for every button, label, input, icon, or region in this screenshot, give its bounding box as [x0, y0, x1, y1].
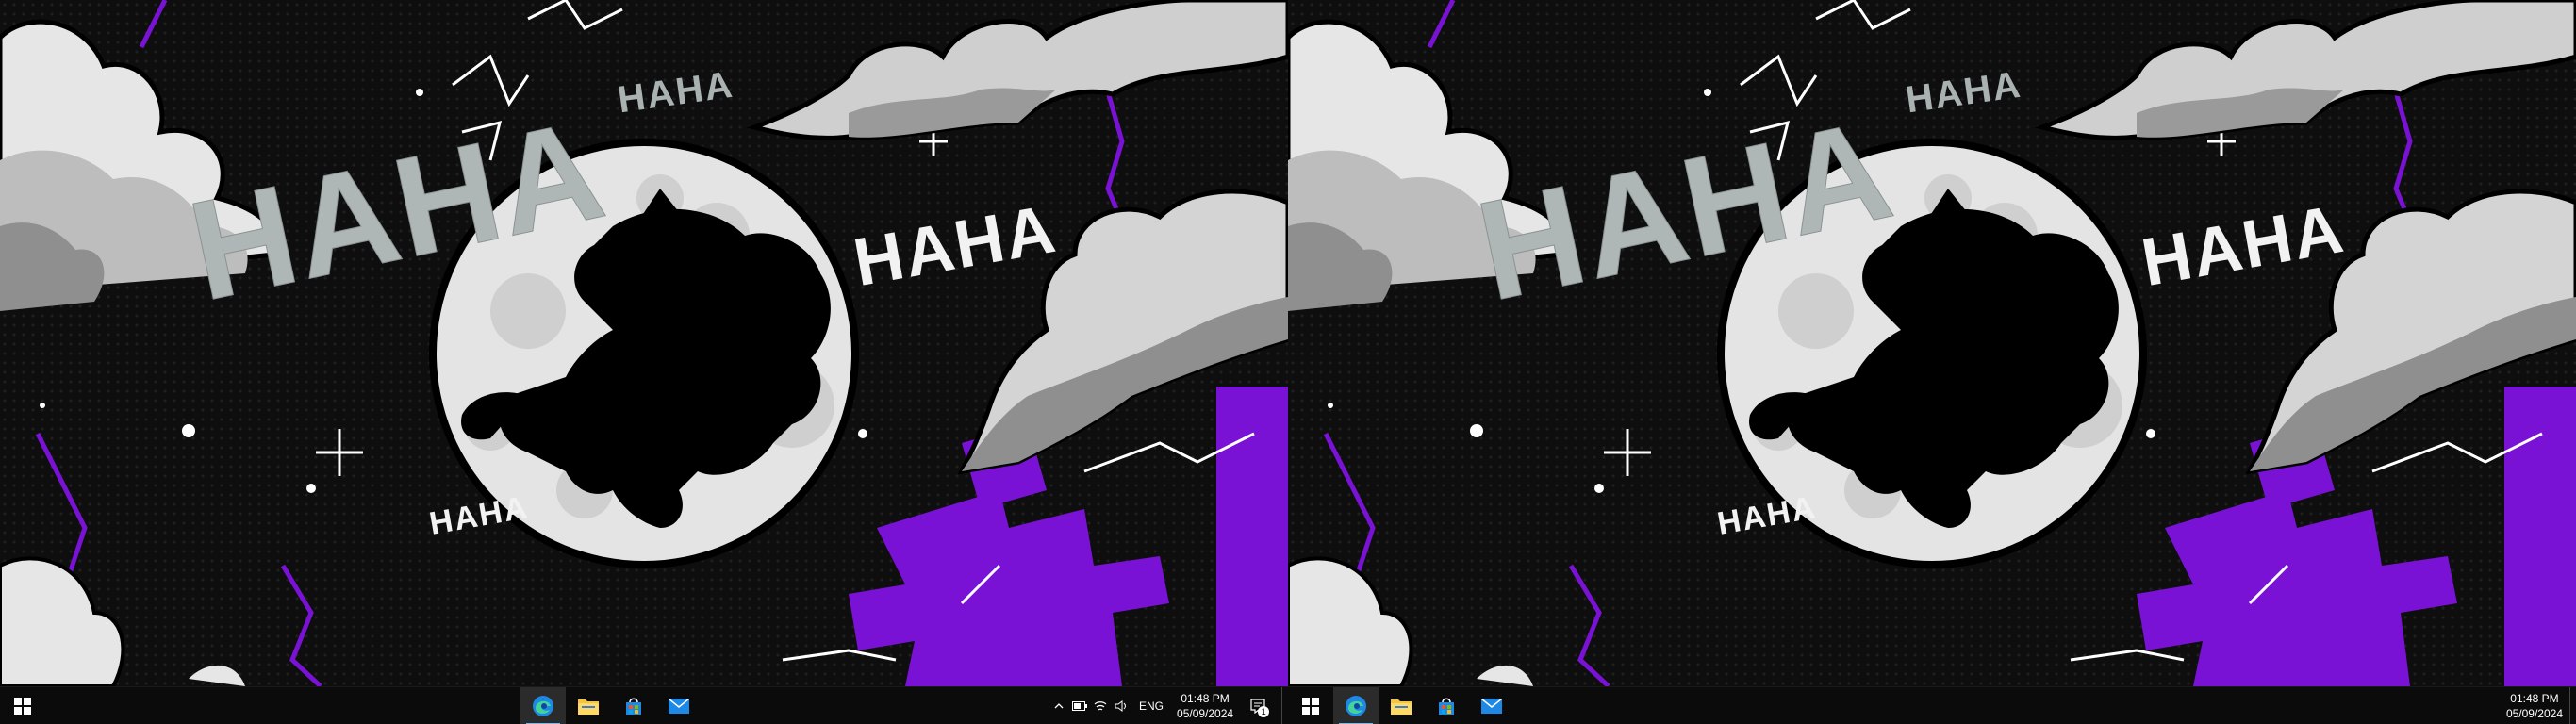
taskbar-app-edge[interactable] — [1333, 687, 1379, 724]
store-icon — [1439, 698, 1454, 715]
monitor-left: HAHA HAHA HAHA HAHA ENG 01:48 PM 05/09/2… — [0, 0, 1288, 724]
store-icon — [626, 698, 641, 715]
notification-count-badge: 1 — [1258, 706, 1270, 717]
wifi-icon[interactable] — [1090, 687, 1111, 724]
show-desktop-button[interactable] — [2569, 687, 2576, 724]
desktop-wallpaper[interactable]: HAHA HAHA HAHA HAHA — [0, 0, 1288, 686]
taskbar: ENG 01:48 PM 05/09/2024 1 — [0, 686, 1288, 724]
show-desktop-button[interactable] — [1281, 687, 1288, 724]
battery-icon[interactable] — [1069, 687, 1090, 724]
mail-icon — [669, 699, 689, 714]
clock-date: 05/09/2024 — [1177, 707, 1234, 720]
windows-logo-icon — [14, 698, 31, 715]
folder-icon — [578, 699, 599, 715]
volume-icon[interactable] — [1111, 687, 1131, 724]
clock-time: 01:48 PM — [2510, 692, 2559, 705]
monitor-right: HAHA HAHA HAHA HAHA 01:48 PM 05/09/2024 — [1288, 0, 2576, 724]
language-indicator[interactable]: ENG — [1131, 699, 1171, 713]
edge-icon — [1346, 696, 1366, 716]
system-tray: 01:48 PM 05/09/2024 — [2501, 687, 2568, 724]
taskbar-app-store[interactable] — [611, 687, 656, 724]
taskbar-app-mail[interactable] — [1469, 687, 1514, 724]
taskbar-app-store[interactable] — [1424, 687, 1469, 724]
system-tray: ENG 01:48 PM 05/09/2024 1 — [1049, 687, 1277, 724]
taskbar-app-mail[interactable] — [656, 687, 702, 724]
taskbar-app-file-explorer[interactable] — [1379, 687, 1424, 724]
clock[interactable]: 01:48 PM 05/09/2024 — [2501, 691, 2568, 721]
clock-time: 01:48 PM — [1181, 692, 1230, 705]
windows-logo-icon — [1302, 698, 1319, 715]
taskbar: 01:48 PM 05/09/2024 — [1288, 686, 2576, 724]
edge-icon — [533, 696, 553, 716]
start-button[interactable] — [1288, 687, 1333, 724]
notification-center-button[interactable]: 1 — [1239, 687, 1277, 724]
start-button[interactable] — [0, 687, 45, 724]
chevron-up-icon[interactable] — [1049, 687, 1069, 724]
clock[interactable]: 01:48 PM 05/09/2024 — [1171, 691, 1239, 721]
desktop-wallpaper[interactable]: HAHA HAHA HAHA HAHA — [1288, 0, 2576, 686]
clock-date: 05/09/2024 — [2505, 707, 2563, 720]
folder-icon — [1391, 699, 1412, 715]
mail-icon — [1481, 699, 1502, 714]
taskbar-app-edge[interactable] — [520, 687, 566, 724]
taskbar-app-file-explorer[interactable] — [566, 687, 611, 724]
